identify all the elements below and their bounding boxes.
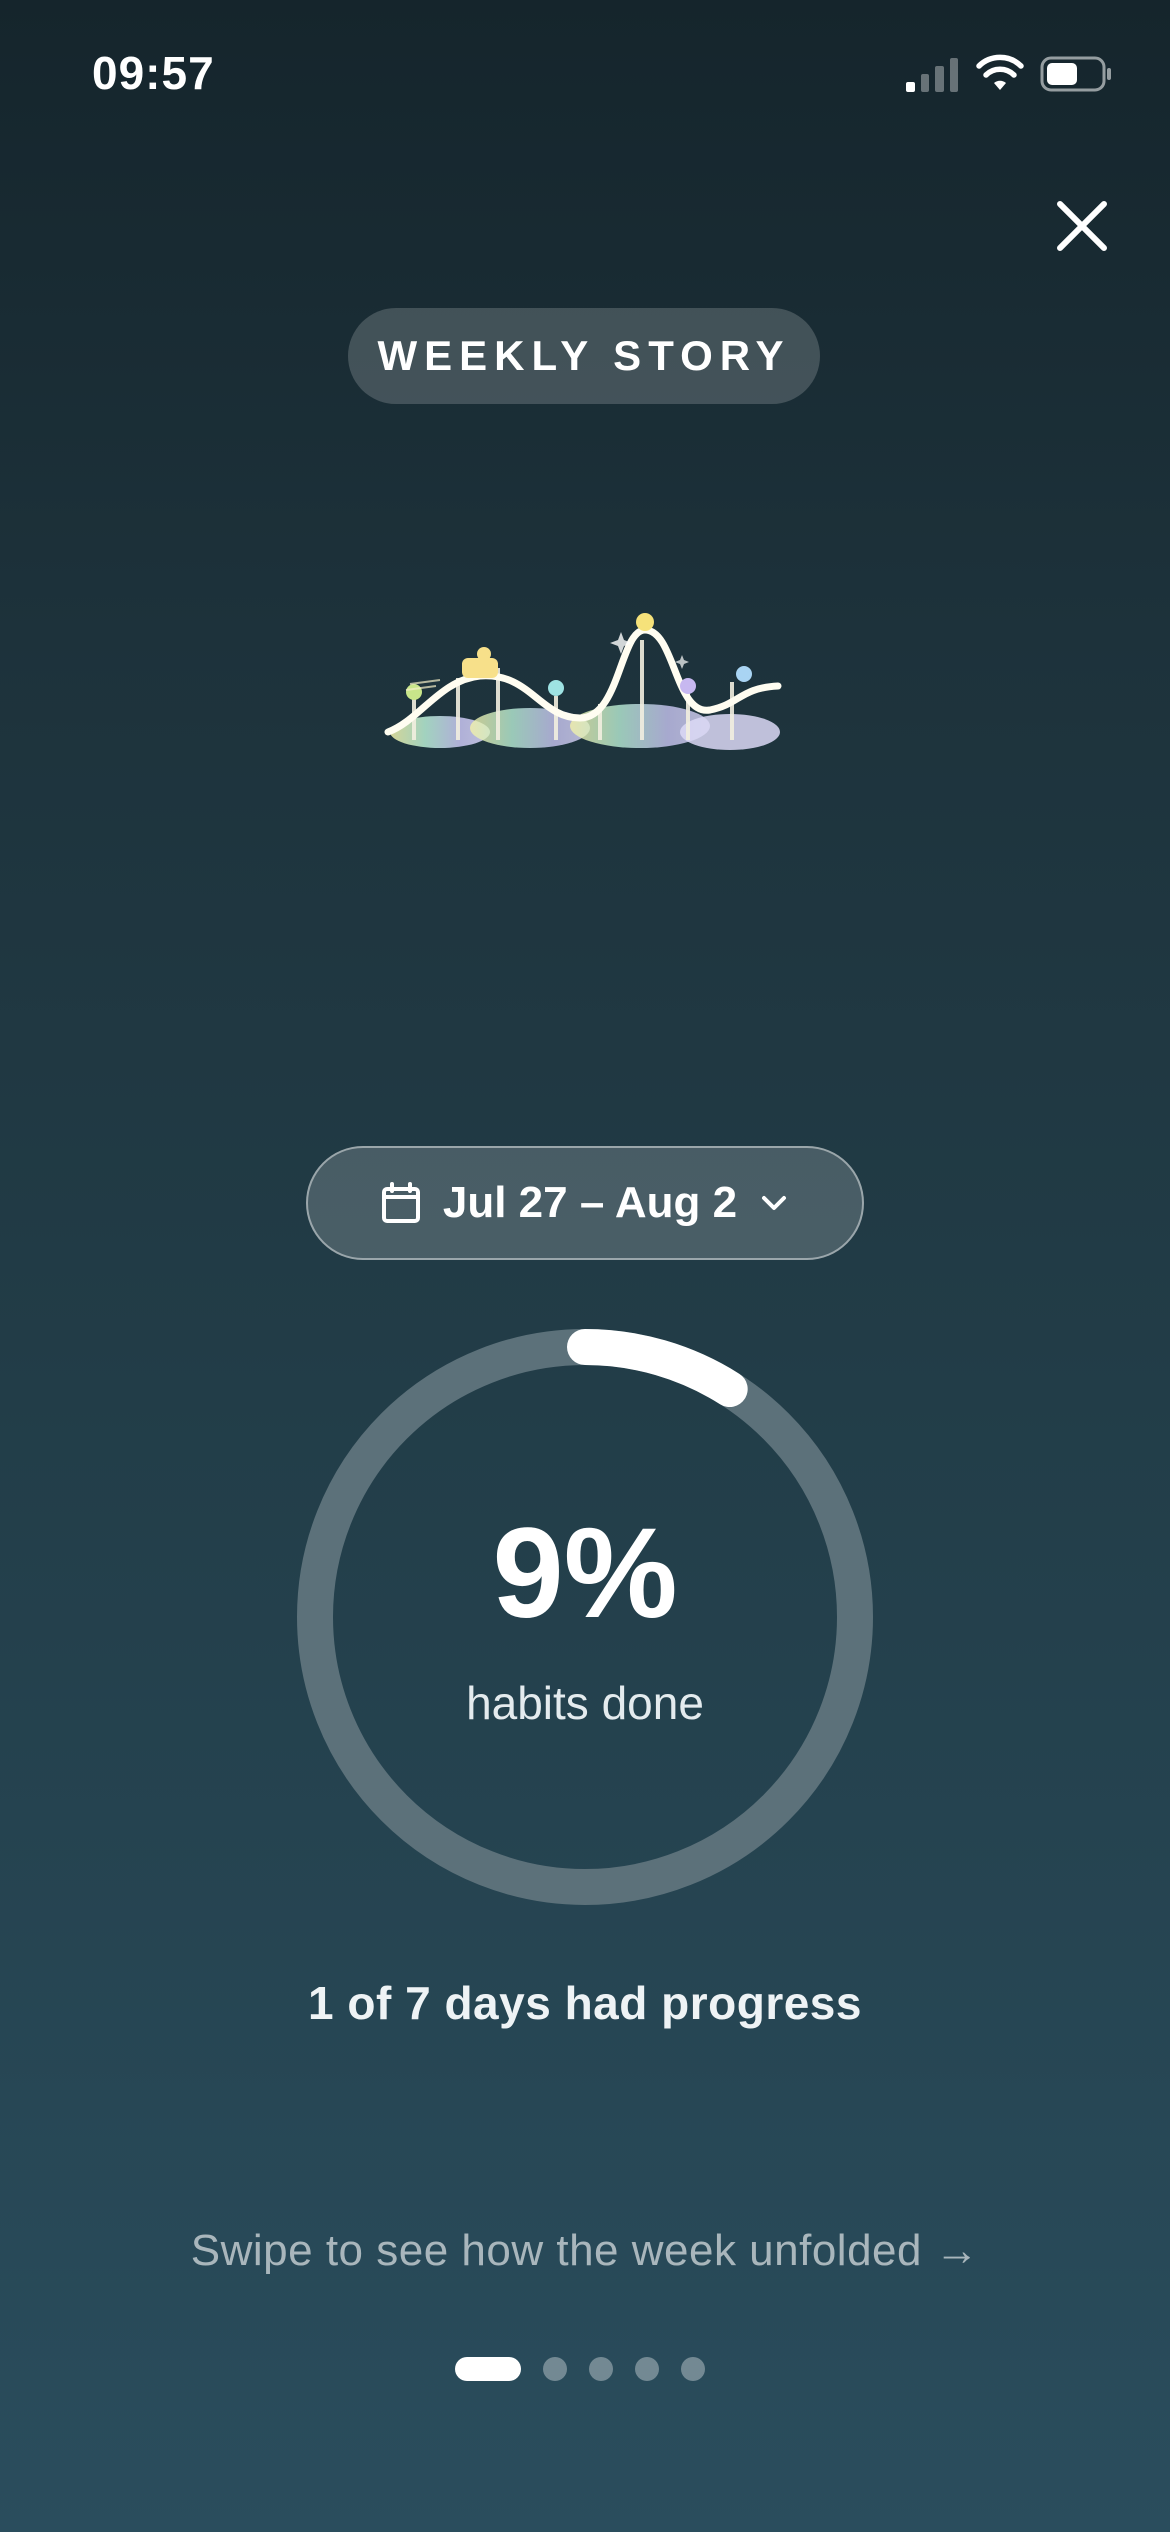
battery-icon <box>1040 56 1111 92</box>
close-icon[interactable] <box>1052 196 1112 256</box>
days-progress-summary: 1 of 7 days had progress <box>308 1977 862 2029</box>
pagination-dot[interactable] <box>681 2357 705 2381</box>
date-range-label: Jul 27 – Aug 2 <box>442 1178 738 1227</box>
pagination-dot[interactable] <box>589 2357 613 2381</box>
swipe-hint: Swipe to see how the week unfolded → <box>190 2226 980 2275</box>
cellular-signal-icon <box>906 56 958 92</box>
calendar-icon <box>381 1182 420 1223</box>
pagination-dot[interactable] <box>543 2357 567 2381</box>
roller-coaster-illustration <box>384 613 782 750</box>
pagination-dots <box>455 2356 755 2382</box>
date-range-selector[interactable]: Jul 27 – Aug 2 <box>306 1146 864 1260</box>
pagination-dot[interactable] <box>635 2357 659 2381</box>
progress-caption: habits done <box>466 1677 704 1729</box>
pagination-dot-active[interactable] <box>455 2357 521 2381</box>
wifi-icon <box>976 54 1024 90</box>
weekly-story-pill: WEEKLY STORY <box>348 308 820 404</box>
status-time: 09:57 <box>92 47 215 99</box>
progress-percent: 9% <box>492 1502 678 1645</box>
chevron-down-icon <box>762 1196 787 1210</box>
